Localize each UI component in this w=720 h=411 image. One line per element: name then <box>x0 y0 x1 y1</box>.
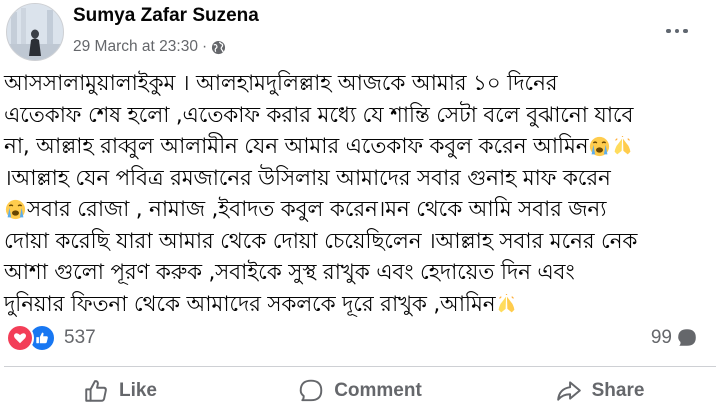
thumbs-up-icon <box>85 380 107 402</box>
more-horizontal-icon <box>666 28 671 34</box>
comment-count-value: 99 <box>650 327 672 348</box>
folded-hands-emoji <box>499 293 515 312</box>
post-timestamp[interactable]: 29 March at 23:30 <box>73 38 198 56</box>
post-line-text: সবার রোজা , নামাজ ,ইবাদত কবুল করেন।মন থে… <box>27 197 607 222</box>
loudly-crying-face-emoji <box>590 136 610 157</box>
reaction-count: 537 <box>64 327 96 348</box>
post-line: আশা গুলো পূরণ করুক ,সবাইকে সুস্থ রাখুক এ… <box>4 257 710 289</box>
post-line: ।আল্লাহ যেন পবিত্র রমজানের উসিলায় আমাদে… <box>4 163 710 195</box>
reactions-summary[interactable]: 537 <box>6 324 96 352</box>
author-name[interactable]: Sumya Zafar Suzena <box>73 5 259 27</box>
post-meta: 29 March at 23:30 · <box>73 37 226 57</box>
comment-bubble-icon <box>678 329 696 346</box>
post-line: দুনিয়ার ফিতনা থেকে আমাদের সকলকে দূরে রা… <box>4 289 710 321</box>
post-line-text: এতেকাফ শেষ হলো ,এতেকাফ করার মধ্যে যে শান… <box>4 102 634 128</box>
post-line: সবার রোজা , নামাজ ,ইবাদত কবুল করেন।মন থে… <box>4 194 710 226</box>
like-button[interactable]: Like <box>0 371 240 411</box>
loudly-crying-face-emoji <box>5 199 26 220</box>
more-dot <box>683 28 688 34</box>
post-card: Sumya Zafar Suzena 29 March at 23:30 · আ… <box>0 0 720 411</box>
post-line: দোয়া করেছি যারা আমার থেকে দোয়া চেয়েছি… <box>4 226 710 258</box>
comment-count[interactable]: 99 <box>651 326 698 350</box>
thumbs-up-glyph <box>36 332 48 344</box>
post-line-text: আসসালামুয়ালাইকুম । আলহামদুলিল্লাহ আজকে … <box>4 71 558 96</box>
more-dot <box>674 28 680 34</box>
love-reaction-icon <box>6 324 34 352</box>
post-line-text: না, আল্লাহ রাব্বুল আলামীন যেন আমার এতেকা… <box>4 134 589 159</box>
post-line-text: ।আল্লাহ যেন পবিত্র রমজানের উসিলায় আমাদে… <box>4 165 611 191</box>
post-line: আসসালামুয়ালাইকুম । আলহামদুলিল্লাহ আজকে … <box>4 68 710 100</box>
comment-icon <box>299 379 323 402</box>
avatar[interactable] <box>6 3 64 61</box>
more-options-button[interactable] <box>662 22 692 40</box>
folded-hands-emoji <box>615 136 631 155</box>
action-bar: Like Comment Share <box>0 371 720 411</box>
heart-glyph <box>13 333 27 344</box>
post-line: এতেকাফ শেষ হলো ,এতেকাফ করার মধ্যে যে শান… <box>4 100 710 132</box>
comment-label: Comment <box>334 380 422 401</box>
divider <box>4 366 716 367</box>
post-line-text: আশা গুলো পূরণ করুক ,সবাইকে সুস্থ রাখুক এ… <box>4 260 575 285</box>
meta-separator: · <box>201 38 208 55</box>
share-arrow-icon <box>556 381 581 401</box>
share-button[interactable]: Share <box>480 371 720 411</box>
like-label: Like <box>118 380 158 401</box>
globe-icon[interactable] <box>211 40 226 55</box>
avatar-photo <box>7 4 63 60</box>
share-label: Share <box>591 380 645 401</box>
post-line: না, আল্লাহ রাব্বুল আলামীন যেন আমার এতেকা… <box>4 131 710 163</box>
post-line-text: দোয়া করেছি যারা আমার থেকে দোয়া চেয়েছি… <box>4 228 638 254</box>
post-text: আসসালামুয়ালাইকুম । আলহামদুলিল্লাহ আজকে … <box>4 68 710 320</box>
post-line-text: দুনিয়ার ফিতনা থেকে আমাদের সকলকে দূরে রা… <box>4 291 496 317</box>
comment-button[interactable]: Comment <box>240 371 480 411</box>
